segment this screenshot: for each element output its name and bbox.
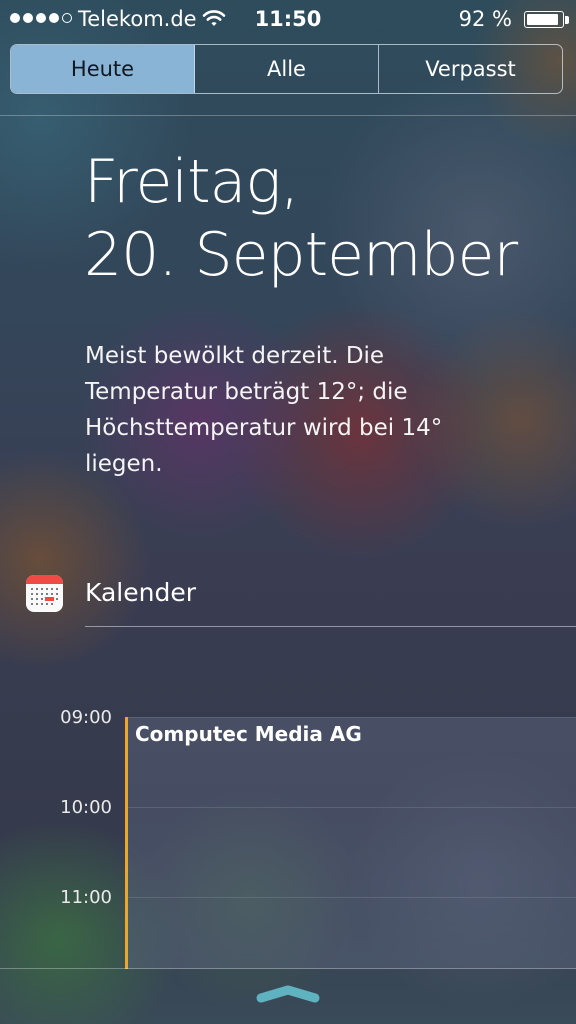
time-label: 10:00	[60, 797, 112, 818]
date-heading: 20. September	[84, 220, 518, 290]
battery-tip	[565, 16, 569, 24]
calendar-divider	[85, 626, 576, 627]
footer-divider	[0, 968, 576, 969]
notification-center-tabs: Heute Alle Verpasst	[10, 44, 563, 94]
header-divider	[0, 115, 576, 116]
grabber-icon[interactable]	[255, 985, 321, 1009]
status-bar: Telekom.de 11:50 92 %	[0, 0, 576, 38]
event-color-bar	[125, 717, 128, 969]
tab-verpasst[interactable]: Verpasst	[379, 45, 562, 93]
event-title: Computec Media AG	[135, 722, 362, 746]
battery-level	[527, 14, 559, 25]
calendar-widget-title[interactable]: Kalender	[85, 578, 196, 607]
tab-alle[interactable]: Alle	[195, 45, 379, 93]
battery-percentage: 92 %	[458, 7, 512, 31]
battery-icon	[524, 11, 564, 28]
time-label: 09:00	[60, 707, 112, 728]
weather-summary: Meist bewölkt derzeit. Die Temperatur be…	[85, 338, 545, 482]
time-label: 11:00	[60, 887, 112, 908]
weekday-heading: Freitag,	[84, 147, 299, 217]
calendar-app-icon	[26, 575, 63, 612]
weather-line: Meist bewölkt derzeit. Die	[85, 343, 385, 369]
weather-line: liegen.	[85, 451, 163, 477]
calendar-event[interactable]: Computec Media AG	[125, 717, 576, 969]
weather-line: Temperatur beträgt 12°; die	[85, 379, 408, 405]
weather-line: Höchsttemperatur wird bei 14°	[85, 415, 443, 441]
tab-heute[interactable]: Heute	[11, 45, 195, 93]
